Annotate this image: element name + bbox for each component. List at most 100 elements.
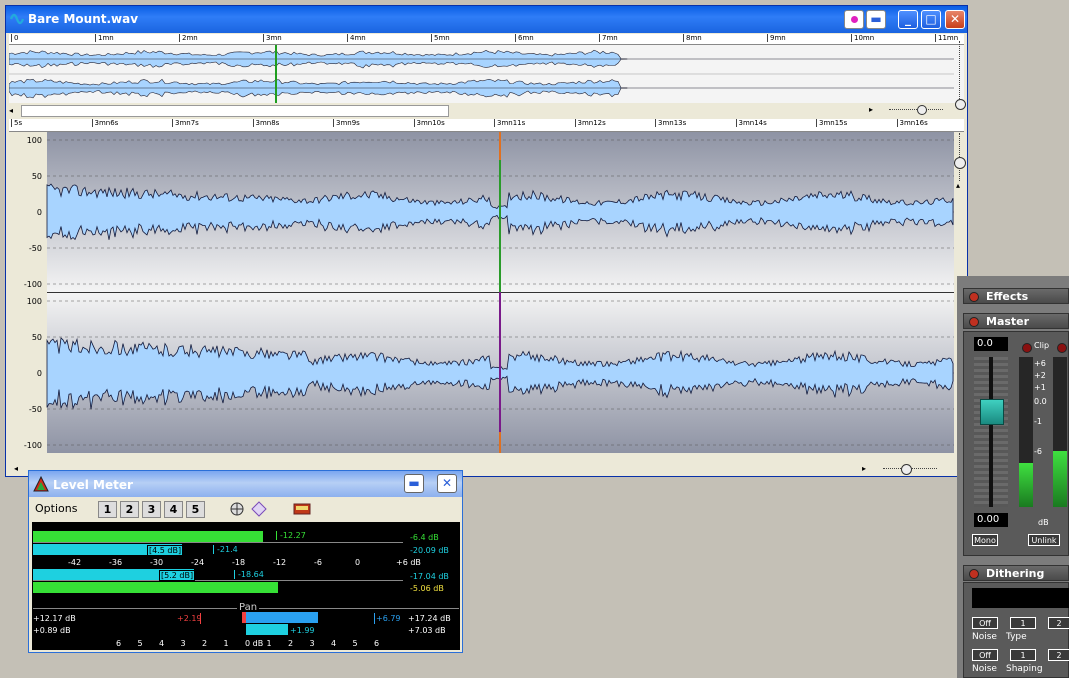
pan-right-1: +17.24 dB <box>408 614 451 623</box>
master-meter-left <box>1019 357 1033 507</box>
main-waveform-pane[interactable]: 5s 3mn6s 3mn7s 3mn8s 3mn9s 3mn10s 3mn11s 3mn12s… <box>9 119 964 476</box>
main-zoom-slider[interactable] <box>875 463 945 475</box>
noise-shaping-1-button[interactable]: 1 <box>1010 649 1036 661</box>
overview-scrollbar[interactable]: ◂ ▸ <box>9 103 964 118</box>
waveform-window: Bare Mount.wav ▬ _ □ ✕ 0 1mn 2mn 3mn 4mn 5mn 6… <box>5 5 968 477</box>
level-meter-close-button[interactable]: ✕ <box>437 474 457 493</box>
clip-right-icon[interactable] <box>1057 343 1067 353</box>
pan-scale-label: 4 <box>159 639 165 648</box>
master-fader-track[interactable] <box>974 357 1008 507</box>
level-meter-titlebar[interactable]: Level Meter ▬ ✕ <box>29 471 462 497</box>
meter-scale-label: -18 <box>232 558 246 567</box>
record-icon[interactable] <box>844 10 864 29</box>
overview-scroll-thumb[interactable] <box>21 105 449 117</box>
overview-waveform[interactable] <box>9 45 954 103</box>
meter-scale: -42 -36 -30 -24 -18 -12 -6 0 +6 dB <box>32 558 460 568</box>
waveform-window-titlebar[interactable]: Bare Mount.wav ▬ _ □ ✕ <box>6 6 967 33</box>
pan-scale-label: 5 <box>352 639 358 648</box>
vertical-zoom-slider-top[interactable] <box>954 41 966 113</box>
ruler-tick-label: 3mn9s <box>333 119 360 127</box>
window-title: Bare Mount.wav <box>28 12 139 26</box>
level-meter-collapse-icon[interactable]: ▬ <box>404 474 424 493</box>
pan-right-2: +7.03 dB <box>408 626 446 635</box>
main-scroll-left-arrow[interactable]: ◂ <box>14 464 18 473</box>
overview-ruler: 0 1mn 2mn 3mn 4mn 5mn 6mn 7mn 8mn 9mn 10mn 11mn <box>9 34 964 45</box>
meter-scale-label: -12 <box>273 558 287 567</box>
master-label: Master <box>986 315 1030 328</box>
amplitude-tick-label: -100 <box>24 441 42 450</box>
dithering-header[interactable]: Dithering <box>963 565 1069 581</box>
pan-scale-label: 6 <box>116 639 122 648</box>
preset-button-4[interactable]: 4 <box>164 501 183 518</box>
pan-bar-cyan <box>246 624 288 635</box>
noise-shaping-label-1: Noise <box>972 664 997 674</box>
clip-left-icon[interactable] <box>1022 343 1032 353</box>
peak-label-1: -12.27 <box>276 531 306 540</box>
mono-button[interactable]: Mono <box>972 534 998 546</box>
meter-bar-1 <box>33 531 263 542</box>
stereo-waveform[interactable]: 100 50 0 -50 -100 100 50 0 -50 -100 <box>9 132 964 462</box>
meter-scale-label: -30 <box>150 558 164 567</box>
master-header[interactable]: Master <box>963 313 1069 329</box>
options-menu[interactable]: Options <box>35 502 77 515</box>
collapse-icon[interactable]: ▬ <box>866 10 886 29</box>
master-value-bottom[interactable]: 0.00 <box>974 513 1008 527</box>
channel-value-3: -17.04 dB <box>410 572 449 581</box>
minimize-button[interactable]: _ <box>898 10 918 29</box>
effects-label: Effects <box>986 290 1029 303</box>
preset-button-1[interactable]: 1 <box>98 501 117 518</box>
noise-shaping-off-button[interactable]: Off <box>972 649 998 661</box>
dithering-power-icon[interactable] <box>969 569 979 579</box>
ruler-tick-label: 3mn14s <box>735 119 767 127</box>
book-icon[interactable] <box>292 501 312 517</box>
ruler-tick-label: 3mn12s <box>574 119 606 127</box>
maximize-button[interactable]: □ <box>921 10 941 29</box>
globe-icon[interactable] <box>229 501 245 517</box>
vertical-zoom-slider-main[interactable]: ▴ <box>954 133 966 193</box>
ruler-tick-label: 1mn <box>95 34 114 42</box>
ruler-tick-label: 4mn <box>347 34 366 42</box>
noise-type-2-button[interactable]: 2 <box>1048 617 1069 629</box>
overview-zoom-slider[interactable] <box>881 104 951 115</box>
meter-scale-label: -6 <box>314 558 322 567</box>
preset-button-3[interactable]: 3 <box>142 501 161 518</box>
preset-button-2[interactable]: 2 <box>120 501 139 518</box>
scroll-right-arrow[interactable]: ▸ <box>869 105 873 114</box>
close-button[interactable]: ✕ <box>945 10 965 29</box>
effects-power-icon[interactable] <box>969 292 979 302</box>
pan-left-2: +0.89 dB <box>33 626 71 635</box>
meter-scale-label: -42 <box>68 558 82 567</box>
ruler-tick-label: 7mn <box>599 34 618 42</box>
meter-scale-label: +6 dB <box>396 558 421 567</box>
level-meter-toolbar: Options 1 2 3 4 5 <box>29 497 462 521</box>
db-scale-label: +6 <box>1034 359 1046 368</box>
effects-header[interactable]: Effects <box>963 288 1069 304</box>
db-scale-label: -6 <box>1034 447 1042 456</box>
peak-label-4: -11.98 <box>280 583 306 592</box>
noise-type-off-button[interactable]: Off <box>972 617 998 629</box>
master-power-icon[interactable] <box>969 317 979 327</box>
unlink-button[interactable]: Unlink <box>1028 534 1060 546</box>
main-scroll-right-arrow[interactable]: ▸ <box>862 464 866 473</box>
amplitude-tick-label: -50 <box>29 244 42 253</box>
diamond-icon[interactable] <box>251 501 267 517</box>
db-scale-label: +1 <box>1034 383 1046 392</box>
pan-scale-label: 2 <box>288 639 294 648</box>
master-fader-handle[interactable] <box>980 399 1004 425</box>
scroll-left-arrow[interactable]: ◂ <box>9 106 16 115</box>
ruler-tick-label: 8mn <box>683 34 702 42</box>
preset-button-5[interactable]: 5 <box>186 501 205 518</box>
ruler-tick-label: 3mn8s <box>252 119 279 127</box>
master-value-top[interactable]: 0.0 <box>974 337 1008 351</box>
overview-pane[interactable]: 0 1mn 2mn 3mn 4mn 5mn 6mn 7mn 8mn 9mn 10mn 11mn ◂ ▸ <box>9 34 964 118</box>
db-label: dB <box>1038 518 1049 527</box>
box-label-3: [5.2 dB] <box>159 570 196 581</box>
master-section: 0.0 Clip 0.00 +6 +2 +1 0.0 -1 -6 dB Mono Unli… <box>963 331 1069 556</box>
noise-type-1-button[interactable]: 1 <box>1010 617 1036 629</box>
ruler-tick-label: 3mn6s <box>91 119 118 127</box>
amplitude-tick-label: 100 <box>27 136 42 145</box>
ruler-tick-label: 3mn15s <box>816 119 847 127</box>
noise-shaping-2-button[interactable]: 2 <box>1048 649 1069 661</box>
level-meter-title: Level Meter <box>53 478 133 492</box>
pan-left-1: +12.17 dB <box>33 614 76 623</box>
